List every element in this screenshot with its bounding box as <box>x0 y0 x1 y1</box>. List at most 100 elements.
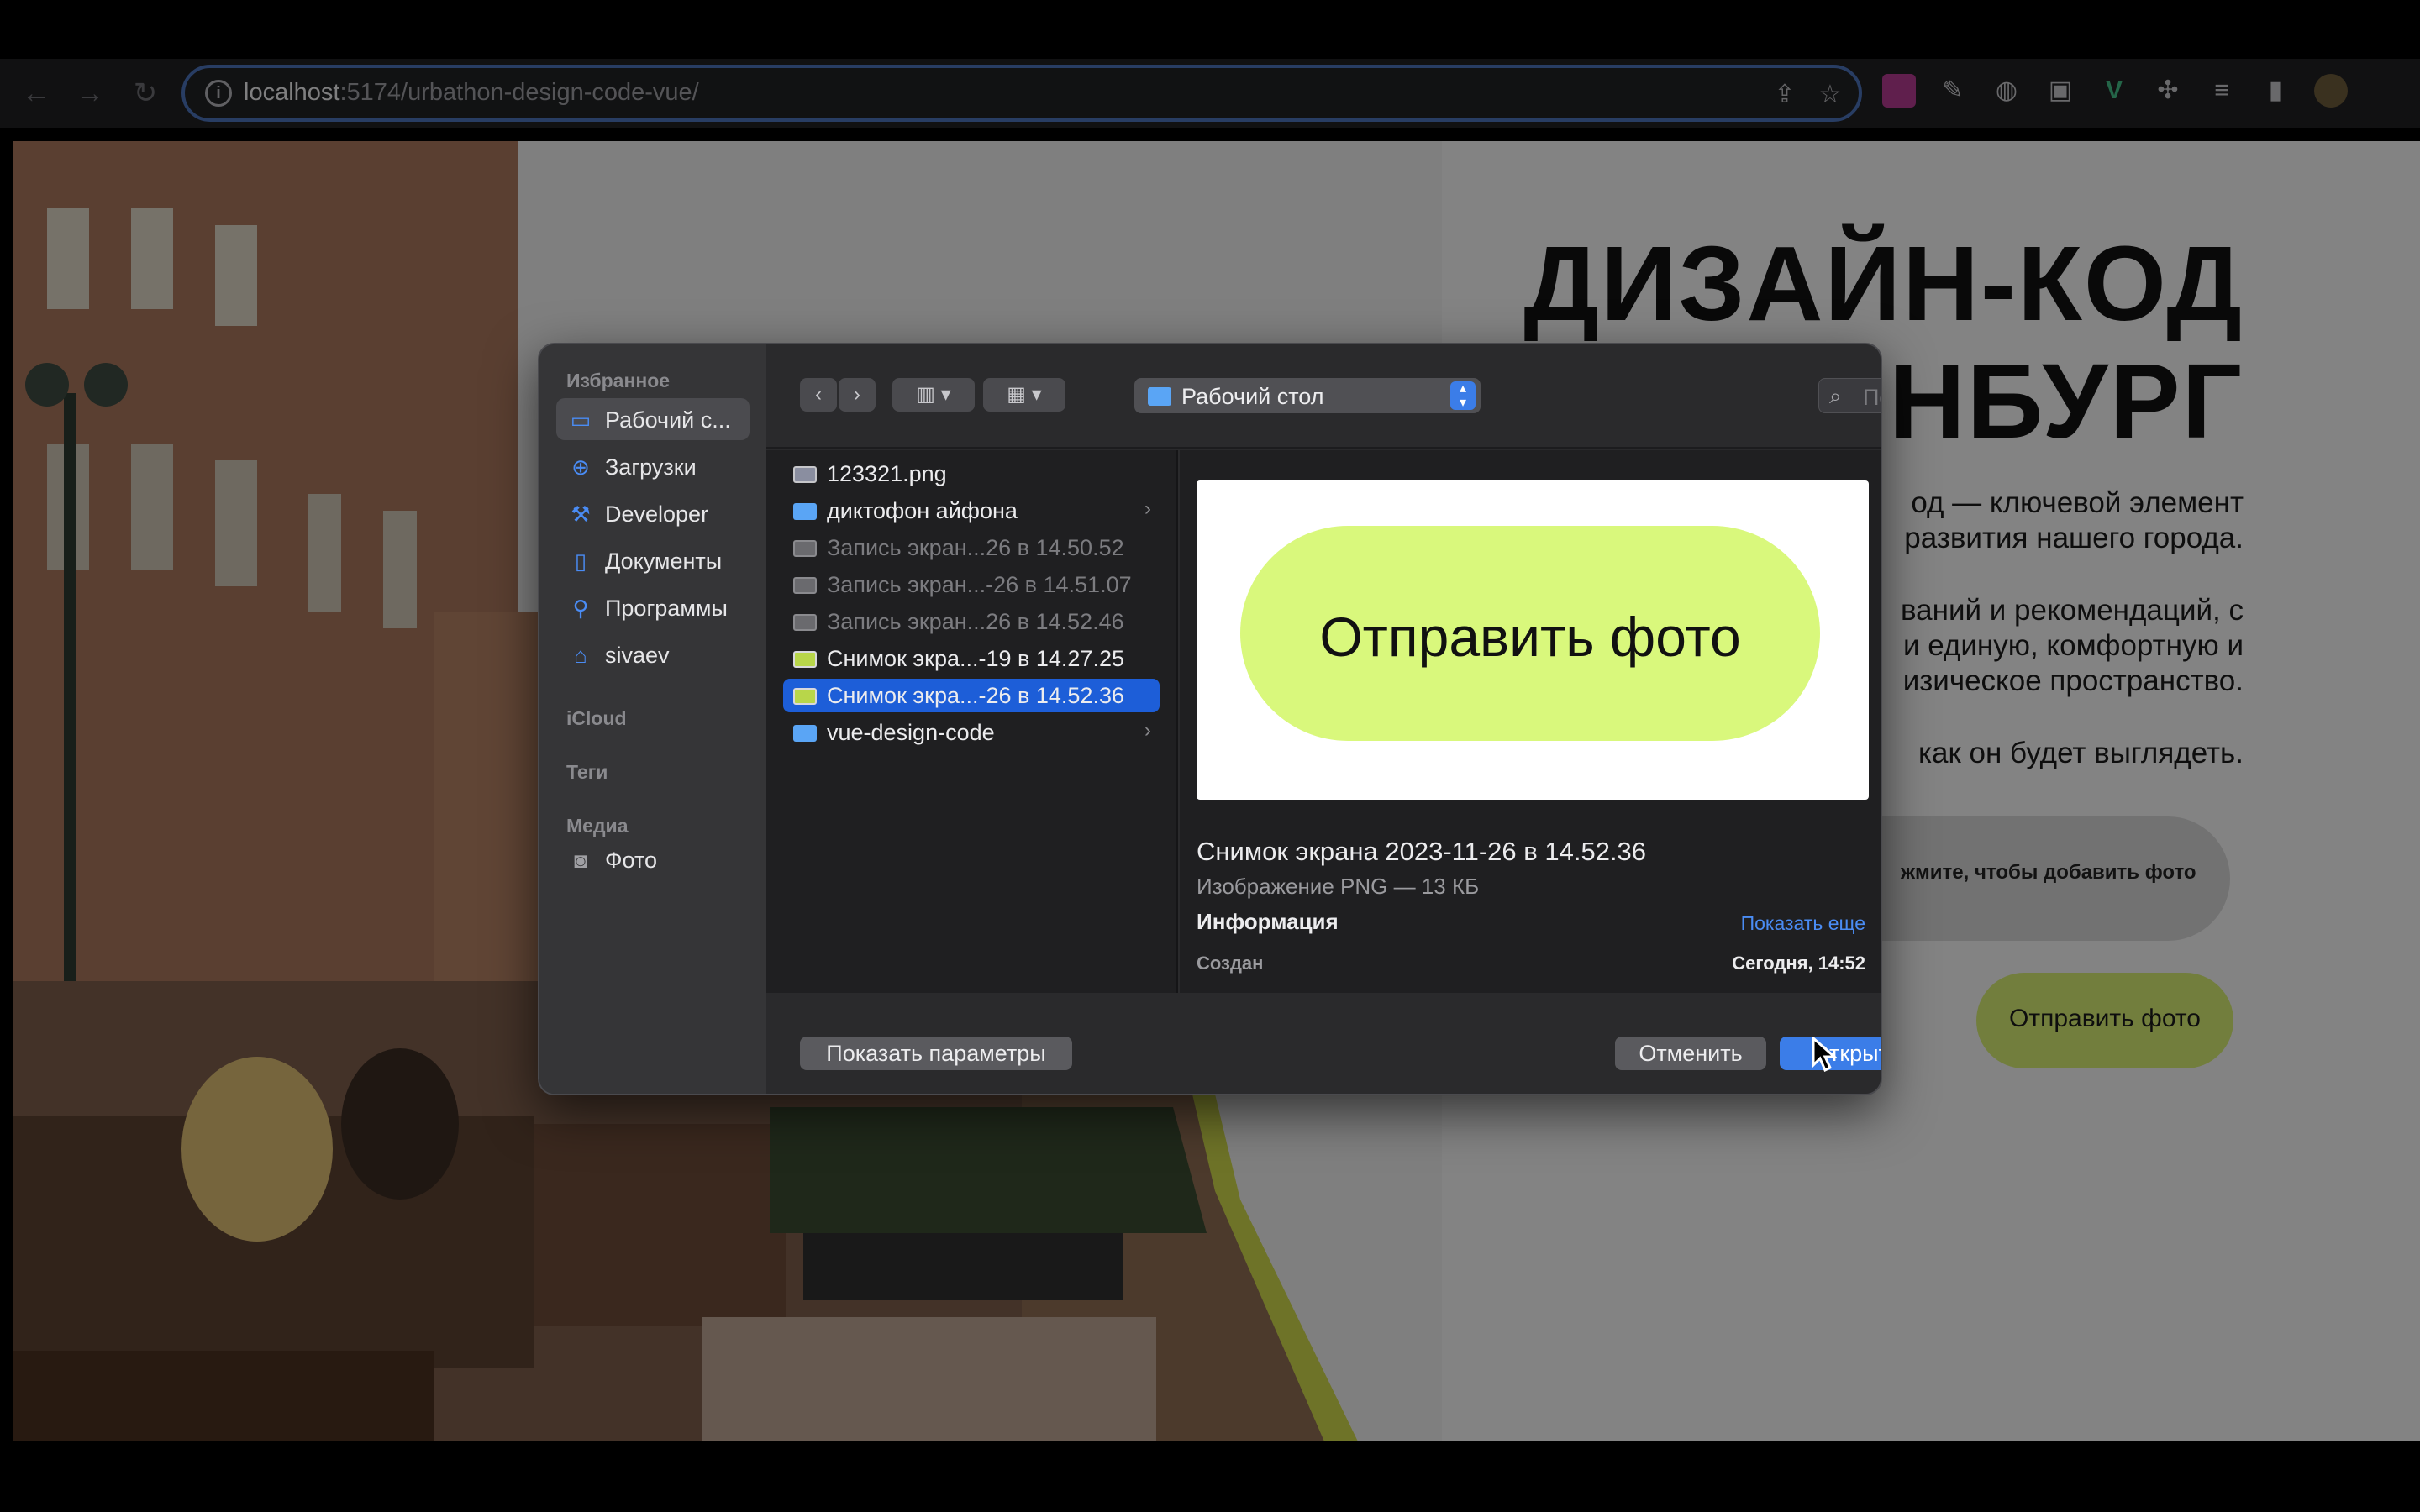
group-grid-icon[interactable]: ▦ ▾ <box>983 378 1065 412</box>
folder-icon <box>793 725 817 742</box>
video-file-icon <box>793 614 817 631</box>
preview-pane: Отправить фото Снимок экрана 2023-11-26 … <box>1180 450 1881 993</box>
created-value: Сегодня, 14:52 <box>1732 953 1865 974</box>
file-name: Запись экран...26 в 14.52.46 <box>827 609 1124 634</box>
file-name: Снимок экра...-26 в 14.52.36 <box>827 683 1124 708</box>
sidebar-item-label: Документы <box>605 549 723 574</box>
bookmark-star-icon[interactable]: ☆ <box>1813 78 1847 112</box>
search-input[interactable]: ⌕ Поиск <box>1818 378 1881 413</box>
show-more-link[interactable]: Показать еще <box>1741 912 1865 935</box>
chevron-right-icon: › <box>1144 719 1151 742</box>
forward-icon[interactable]: → <box>71 74 109 113</box>
forward-nav-icon[interactable]: › <box>839 378 876 412</box>
sidebar-item-label: Фото <box>605 848 658 873</box>
desktop-icon: ▭ <box>570 407 592 433</box>
list-item[interactable]: Запись экран...26 в 14.50.52 <box>783 531 1160 564</box>
view-columns-icon[interactable]: ▥ ▾ <box>892 378 975 412</box>
window-titlebar <box>0 0 2420 59</box>
sidebar-item-desktop[interactable]: ▭ Рабочий с... <box>556 398 750 440</box>
chevron-right-icon: › <box>1144 497 1151 520</box>
back-nav-icon[interactable]: ‹ <box>800 378 837 412</box>
tags-heading[interactable]: Теги <box>566 761 608 784</box>
file-name: 123321.png <box>827 461 947 486</box>
sidebar-item-developer[interactable]: ⚒ Developer <box>556 492 750 534</box>
description-paragraph: ваний и рекомендаций, с и единую, комфор… <box>1900 594 2244 697</box>
sidebar-item-documents[interactable]: ▯ Документы <box>556 539 750 581</box>
thumbnail-text: Отправить фото <box>1319 606 1741 668</box>
search-placeholder: Поиск <box>1863 385 1881 410</box>
share-icon[interactable]: ⇪ <box>1768 78 1802 112</box>
vue-devtools-icon[interactable]: V <box>2097 74 2131 108</box>
location-label: Рабочий стол <box>1181 384 1324 409</box>
image-file-icon <box>793 688 817 705</box>
media-control-icon[interactable]: ≡ <box>2205 74 2238 108</box>
reload-icon[interactable]: ↻ <box>126 74 165 113</box>
hammer-icon: ⚒ <box>571 501 591 527</box>
search-icon: ⌕ <box>1829 383 1842 408</box>
list-item[interactable]: Запись экран...26 в 14.52.46 <box>783 605 1160 638</box>
dialog-sidebar: Избранное ▭ Рабочий с... ⊕ Загрузки ⚒ De… <box>539 344 766 1094</box>
sidebar-item-label: sivaev <box>605 643 670 668</box>
cancel-button[interactable]: Отменить <box>1615 1037 1766 1070</box>
video-file-icon <box>793 540 817 557</box>
location-dropdown[interactable]: Рабочий стол ▴ ▾ <box>1134 378 1481 413</box>
file-open-dialog: Избранное ▭ Рабочий с... ⊕ Загрузки ⚒ De… <box>538 343 1882 1095</box>
extensions-puzzle-icon[interactable]: ✣ <box>2151 74 2185 108</box>
image-file-icon <box>793 466 817 483</box>
video-file-icon <box>793 577 817 594</box>
file-name: Запись экран...26 в 14.50.52 <box>827 535 1124 560</box>
sidebar-item-label: Developer <box>605 501 709 527</box>
thumbnail-button-image: Отправить фото <box>1240 526 1820 741</box>
created-label: Создан <box>1197 953 1264 974</box>
profile-avatar[interactable] <box>2314 74 2348 108</box>
list-item[interactable]: диктофон айфона › <box>783 494 1160 528</box>
side-panel-icon[interactable]: ▮ <box>2259 74 2292 108</box>
list-item-selected[interactable]: Снимок экра...-26 в 14.52.36 <box>783 679 1160 712</box>
sidebar-item-label: Программы <box>605 596 728 621</box>
list-item[interactable]: vue-design-code › <box>783 716 1160 749</box>
folder-icon <box>1148 387 1171 406</box>
site-info-icon[interactable]: i <box>205 80 232 107</box>
sidebar-item-label: Рабочий с... <box>605 407 731 433</box>
list-item[interactable]: 123321.png <box>783 457 1160 491</box>
globe-icon[interactable]: ◍ <box>1990 74 2023 108</box>
icloud-heading[interactable]: iCloud <box>566 707 627 730</box>
file-name: vue-design-code <box>827 720 995 745</box>
stepper-arrows-icon: ▴ ▾ <box>1450 381 1476 410</box>
preview-file-name: Снимок экрана 2023-11-26 в 14.52.36 <box>1197 837 1647 866</box>
dialog-footer: Показать параметры Отменить Открыть <box>766 993 1881 1094</box>
hint-paragraph: как он будет выглядеть. <box>1918 737 2244 769</box>
send-photo-button[interactable]: Отправить фото <box>1976 973 2233 1068</box>
sidebar-item-applications[interactable]: ⚲ Программы <box>556 586 750 628</box>
downloads-icon: ⊕ <box>571 454 590 480</box>
preview-file-type: Изображение PNG — 13 КБ <box>1197 874 1480 899</box>
address-bar[interactable]: i localhost:5174/urbathon-design-code-vu… <box>182 65 1862 122</box>
applications-icon: ⚲ <box>572 596 589 621</box>
sidebar-item-home[interactable]: ⌂ sivaev <box>556 633 750 675</box>
sidebar-item-downloads[interactable]: ⊕ Загрузки <box>556 445 750 487</box>
list-item[interactable]: Запись экран...-26 в 14.51.07 <box>783 568 1160 601</box>
list-item[interactable]: Снимок экра...-19 в 14.27.25 <box>783 642 1160 675</box>
back-icon[interactable]: ← <box>17 74 55 113</box>
favorites-heading: Избранное <box>566 370 671 391</box>
camera-icon: ◙ <box>574 848 587 873</box>
eyedropper-icon[interactable]: ✎ <box>1936 74 1970 108</box>
dialog-toolbar: ‹ › ▥ ▾ ▦ ▾ Рабочий стол ▴▾ ⌕ Поиск <box>766 344 1881 449</box>
sidebar-item-label: Загрузки <box>605 454 697 480</box>
file-name: диктофон айфона <box>827 498 1018 523</box>
document-icon: ▯ <box>574 549 587 574</box>
info-heading: Информация <box>1197 909 1339 934</box>
intro-paragraph: од — ключевой элемент развития нашего го… <box>1904 486 2244 554</box>
extension-gradient-icon[interactable] <box>1882 74 1916 108</box>
file-name: Запись экран...-26 в 14.51.07 <box>827 572 1132 597</box>
image-file-icon <box>793 651 817 668</box>
file-name: Снимок экра...-19 в 14.27.25 <box>827 646 1124 671</box>
url-text: localhost:5174/urbathon-design-code-vue/ <box>244 79 699 106</box>
show-options-button[interactable]: Показать параметры <box>800 1037 1072 1070</box>
file-list: 123321.png диктофон айфона › Запись экра… <box>766 450 1178 993</box>
home-icon: ⌂ <box>574 643 587 668</box>
media-heading: Медиа <box>566 815 629 837</box>
glasses-icon[interactable]: ▣ <box>2044 74 2077 108</box>
folder-icon <box>793 503 817 520</box>
sidebar-item-photos[interactable]: ◙ Фото <box>556 838 750 880</box>
